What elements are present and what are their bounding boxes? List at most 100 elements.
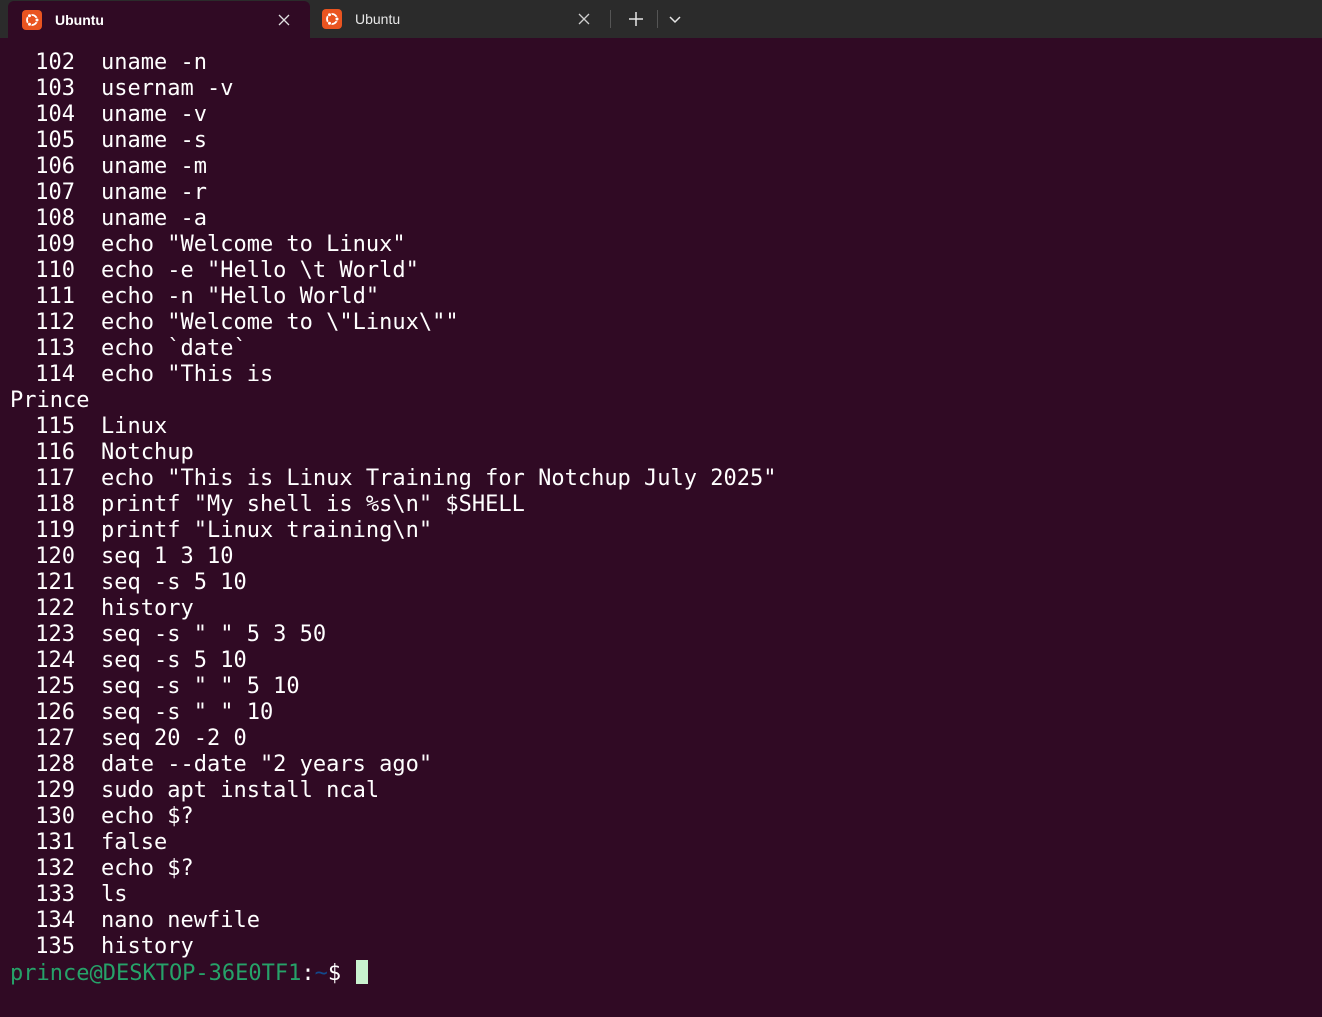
history-command: Notchup: [101, 440, 194, 465]
history-command: Linux: [101, 414, 168, 439]
history-command: date --date "2 years ago": [101, 752, 433, 777]
history-command: uname -s: [101, 128, 207, 153]
tab-ubuntu-2[interactable]: Ubuntu: [312, 0, 608, 38]
plus-icon[interactable]: [624, 7, 648, 31]
history-number: 133: [35, 882, 75, 907]
history-line: 134 nano newfile: [0, 908, 1322, 934]
history-line: 115 Linux: [0, 414, 1322, 440]
history-command: sudo apt install ncal: [101, 778, 380, 803]
history-number: 125: [35, 674, 75, 699]
history-number: 103: [35, 76, 75, 101]
history-line: 131 false: [0, 830, 1322, 856]
history-number: 108: [35, 206, 75, 231]
history-line: 111 echo -n "Hello World": [0, 284, 1322, 310]
tab-bar: Ubuntu Ubuntu: [0, 0, 1322, 38]
history-number: 124: [35, 648, 75, 673]
history-number: 118: [35, 492, 75, 517]
history-line: 102 uname -n: [0, 50, 1322, 76]
history-number: 110: [35, 258, 75, 283]
history-command: history: [101, 596, 194, 621]
history-command: echo "This is Linux Training for Notchup…: [101, 466, 777, 491]
history-line: 113 echo `date`: [0, 336, 1322, 362]
history-line: 122 history: [0, 596, 1322, 622]
close-icon[interactable]: [576, 11, 592, 27]
history-number: 107: [35, 180, 75, 205]
history-line: 108 uname -a: [0, 206, 1322, 232]
history-number: 120: [35, 544, 75, 569]
history-number: 135: [35, 934, 75, 959]
terminal-cursor: [356, 960, 369, 984]
history-line: 120 seq 1 3 10: [0, 544, 1322, 570]
prompt-colon: :: [301, 961, 315, 986]
history-command: seq -s 5 10: [101, 648, 247, 673]
history-number: 122: [35, 596, 75, 621]
history-line: 112 echo "Welcome to \"Linux\"": [0, 310, 1322, 336]
history-line: 121 seq -s 5 10: [0, 570, 1322, 596]
tab-label: Ubuntu: [355, 11, 401, 27]
history-number: 126: [35, 700, 75, 725]
history-command: echo "Welcome to Linux": [101, 232, 406, 257]
history-line: 125 seq -s " " 5 10: [0, 674, 1322, 700]
history-command: uname -a: [101, 206, 207, 231]
history-number: 119: [35, 518, 75, 543]
history-command: echo `date`: [101, 336, 247, 361]
history-output: 102 uname -n 103 usernam -v 104 uname -v 105 un…: [0, 50, 1322, 960]
history-line: 129 sudo apt install ncal: [0, 778, 1322, 804]
prompt-line: prince@DESKTOP-36E0TF1:~$: [0, 960, 1322, 986]
history-command: echo -n "Hello World": [101, 284, 380, 309]
history-number: 113: [35, 336, 75, 361]
history-number: 104: [35, 102, 75, 127]
tab-ubuntu-1[interactable]: Ubuntu: [8, 1, 310, 38]
ubuntu-logo-icon: [322, 9, 342, 29]
history-number: 106: [35, 154, 75, 179]
history-line: 123 seq -s " " 5 3 50: [0, 622, 1322, 648]
history-number: 131: [35, 830, 75, 855]
history-number: 128: [35, 752, 75, 777]
history-number: 117: [35, 466, 75, 491]
history-number: 121: [35, 570, 75, 595]
history-command: echo "Welcome to \"Linux\"": [101, 310, 459, 335]
history-command: seq -s " " 5 3 50: [101, 622, 327, 647]
chevron-down-icon[interactable]: [664, 7, 686, 31]
history-command: echo $?: [101, 856, 194, 881]
history-command: uname -r: [101, 180, 207, 205]
history-line: 127 seq 20 -2 0: [0, 726, 1322, 752]
history-number: 129: [35, 778, 75, 803]
history-number: 116: [35, 440, 75, 465]
history-number: 109: [35, 232, 75, 257]
tab-divider: [610, 10, 611, 28]
history-command: seq -s " " 10: [101, 700, 274, 725]
history-command: printf "My shell is %s\n" $SHELL: [101, 492, 525, 517]
tab-divider: [657, 10, 658, 28]
history-line: 135 history: [0, 934, 1322, 960]
history-command: echo $?: [101, 804, 194, 829]
history-number: 123: [35, 622, 75, 647]
history-command: seq -s " " 5 10: [101, 674, 300, 699]
history-command: ls: [101, 882, 128, 907]
history-command: echo -e "Hello \t World": [101, 258, 419, 283]
history-line: 118 printf "My shell is %s\n" $SHELL: [0, 492, 1322, 518]
history-line: 105 uname -s: [0, 128, 1322, 154]
history-line: 114 echo "This is: [0, 362, 1322, 388]
history-command: printf "Linux training\n": [101, 518, 433, 543]
history-number: 112: [35, 310, 75, 335]
history-number: 134: [35, 908, 75, 933]
history-number: 102: [35, 50, 75, 75]
history-number: 130: [35, 804, 75, 829]
history-line: 128 date --date "2 years ago": [0, 752, 1322, 778]
history-command: seq -s 5 10: [101, 570, 247, 595]
prompt-user-host: prince@DESKTOP-36E0TF1: [10, 961, 302, 986]
history-command: uname -n: [101, 50, 207, 75]
history-line: 117 echo "This is Linux Training for Notc…: [0, 466, 1322, 492]
history-line: 119 printf "Linux training\n": [0, 518, 1322, 544]
history-number: 115: [35, 414, 75, 439]
history-command: echo "This is: [101, 362, 274, 387]
history-continuation: Prince: [10, 388, 90, 413]
terminal-output[interactable]: 102 uname -n 103 usernam -v 104 uname -v 105 un…: [0, 38, 1322, 1017]
close-icon[interactable]: [276, 12, 292, 28]
history-line: 110 echo -e "Hello \t World": [0, 258, 1322, 284]
history-command: uname -v: [101, 102, 207, 127]
history-number: 114: [35, 362, 75, 387]
history-line: 124 seq -s 5 10: [0, 648, 1322, 674]
history-line: 130 echo $?: [0, 804, 1322, 830]
